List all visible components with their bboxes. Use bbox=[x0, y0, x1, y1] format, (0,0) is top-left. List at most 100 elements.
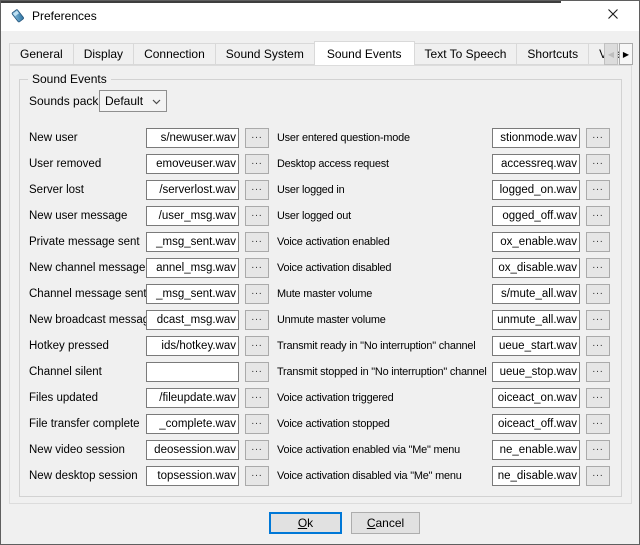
sound-file-input[interactable]: s/mute_all.wav bbox=[492, 284, 580, 304]
sound-event-label: User entered question-mode bbox=[277, 132, 410, 144]
tab-connection[interactable]: Connection bbox=[133, 43, 216, 65]
browse-button[interactable]: ... bbox=[245, 388, 269, 408]
sound-file-input[interactable]: ne_disable.wav bbox=[492, 466, 580, 486]
sound-file-input[interactable]: emoveuser.wav bbox=[146, 154, 239, 174]
sound-file-input[interactable]: _complete.wav bbox=[146, 414, 239, 434]
sound-file-input[interactable]: ids/hotkey.wav bbox=[146, 336, 239, 356]
sound-event-label: New user bbox=[29, 132, 78, 144]
browse-button[interactable]: ... bbox=[586, 128, 610, 148]
sound-event-row: New video session deosession.wav ... bbox=[29, 437, 269, 463]
browse-button[interactable]: ... bbox=[245, 466, 269, 486]
browse-button[interactable]: ... bbox=[245, 414, 269, 434]
browse-button[interactable]: ... bbox=[586, 440, 610, 460]
browse-button[interactable]: ... bbox=[245, 336, 269, 356]
browse-button[interactable]: ... bbox=[245, 154, 269, 174]
ok-button[interactable]: Ok bbox=[269, 512, 342, 534]
tab-bar: General Display Connection Sound System … bbox=[9, 41, 633, 65]
tab-scroll-right-button[interactable]: ▶ bbox=[619, 43, 633, 65]
browse-button[interactable]: ... bbox=[245, 128, 269, 148]
tab-scroll-left-button[interactable]: ◀ bbox=[604, 43, 618, 65]
ellipsis-label: ... bbox=[592, 338, 603, 349]
browse-button[interactable]: ... bbox=[586, 310, 610, 330]
browse-button[interactable]: ... bbox=[245, 362, 269, 382]
sound-file-input[interactable]: annel_msg.wav bbox=[146, 258, 239, 278]
sound-event-row: Mute master volume s/mute_all.wav ... bbox=[277, 281, 610, 307]
browse-button[interactable]: ... bbox=[245, 440, 269, 460]
window-top-edge bbox=[1, 1, 561, 3]
browse-button[interactable]: ... bbox=[245, 232, 269, 252]
sound-file-input[interactable]: _msg_sent.wav bbox=[146, 284, 239, 304]
browse-button[interactable]: ... bbox=[586, 466, 610, 486]
sound-file-input[interactable]: /serverlost.wav bbox=[146, 180, 239, 200]
sounds-pack-select[interactable]: Default bbox=[99, 90, 167, 112]
sound-event-label: Channel message sent bbox=[29, 288, 147, 300]
browse-button[interactable]: ... bbox=[245, 258, 269, 278]
sound-file-input[interactable]: ox_enable.wav bbox=[492, 232, 580, 252]
browse-button[interactable]: ... bbox=[245, 310, 269, 330]
sound-file-input[interactable]: deosession.wav bbox=[146, 440, 239, 460]
sounds-pack-label: Sounds pack bbox=[29, 94, 99, 108]
tab-sound-system[interactable]: Sound System bbox=[215, 43, 315, 65]
sound-file-input[interactable]: dcast_msg.wav bbox=[146, 310, 239, 330]
sound-event-label: User logged out bbox=[277, 210, 351, 222]
cancel-button[interactable]: Cancel bbox=[351, 512, 420, 534]
sound-file-input[interactable]: ox_disable.wav bbox=[492, 258, 580, 278]
browse-button[interactable]: ... bbox=[586, 362, 610, 382]
tab-display[interactable]: Display bbox=[73, 43, 134, 65]
sound-file-input[interactable]: logged_on.wav bbox=[492, 180, 580, 200]
sound-event-label: File transfer complete bbox=[29, 418, 140, 430]
sound-file-input[interactable]: _msg_sent.wav bbox=[146, 232, 239, 252]
close-icon bbox=[607, 7, 619, 25]
sound-file-input[interactable]: oiceact_on.wav bbox=[492, 388, 580, 408]
right-arrow-icon: ▶ bbox=[623, 50, 629, 59]
browse-button[interactable]: ... bbox=[586, 232, 610, 252]
tab-sound-events[interactable]: Sound Events bbox=[314, 41, 415, 65]
ok-label-rest: k bbox=[307, 516, 313, 530]
browse-button[interactable]: ... bbox=[586, 154, 610, 174]
sound-file-input[interactable]: stionmode.wav bbox=[492, 128, 580, 148]
close-button[interactable] bbox=[599, 4, 627, 28]
sound-file-input[interactable]: /user_msg.wav bbox=[146, 206, 239, 226]
browse-button[interactable]: ... bbox=[245, 284, 269, 304]
ellipsis-label: ... bbox=[251, 416, 262, 427]
ellipsis-label: ... bbox=[251, 390, 262, 401]
browse-button[interactable]: ... bbox=[586, 414, 610, 434]
sound-event-label: Transmit ready in "No interruption" chan… bbox=[277, 340, 476, 352]
titlebar[interactable]: Preferences bbox=[1, 1, 639, 31]
sound-file-input[interactable]: oiceact_off.wav bbox=[492, 414, 580, 434]
sound-event-row: New user message /user_msg.wav ... bbox=[29, 203, 269, 229]
browse-button[interactable]: ... bbox=[586, 206, 610, 226]
tab-shortcuts[interactable]: Shortcuts bbox=[516, 43, 589, 65]
browse-button[interactable]: ... bbox=[245, 206, 269, 226]
browse-button[interactable]: ... bbox=[586, 284, 610, 304]
sound-file-input[interactable]: s/newuser.wav bbox=[146, 128, 239, 148]
sound-event-row: Voice activation enabled ox_enable.wav .… bbox=[277, 229, 610, 255]
sound-event-label: Channel silent bbox=[29, 366, 102, 378]
sound-file-input[interactable]: ogged_off.wav bbox=[492, 206, 580, 226]
browse-button[interactable]: ... bbox=[586, 180, 610, 200]
sound-file-input[interactable]: ueue_stop.wav bbox=[492, 362, 580, 382]
ellipsis-label: ... bbox=[251, 338, 262, 349]
ellipsis-label: ... bbox=[592, 442, 603, 453]
sound-event-label: New user message bbox=[29, 210, 127, 222]
sound-file-input[interactable]: topsession.wav bbox=[146, 466, 239, 486]
left-arrow-icon: ◀ bbox=[608, 50, 614, 59]
browse-button[interactable]: ... bbox=[245, 180, 269, 200]
tab-text-to-speech[interactable]: Text To Speech bbox=[414, 43, 518, 65]
ellipsis-label: ... bbox=[592, 260, 603, 271]
sound-file-input[interactable]: ueue_start.wav bbox=[492, 336, 580, 356]
ellipsis-label: ... bbox=[592, 364, 603, 375]
tab-general[interactable]: General bbox=[9, 43, 74, 65]
browse-button[interactable]: ... bbox=[586, 336, 610, 356]
sound-event-label: Unmute master volume bbox=[277, 314, 386, 326]
sound-file-input[interactable]: unmute_all.wav bbox=[492, 310, 580, 330]
ellipsis-label: ... bbox=[251, 234, 262, 245]
sound-event-row: Transmit ready in "No interruption" chan… bbox=[277, 333, 610, 359]
browse-button[interactable]: ... bbox=[586, 258, 610, 278]
sound-event-row: New broadcast message dcast_msg.wav ... bbox=[29, 307, 269, 333]
browse-button[interactable]: ... bbox=[586, 388, 610, 408]
sound-file-input[interactable]: ne_enable.wav bbox=[492, 440, 580, 460]
sound-file-input[interactable]: /fileupdate.wav bbox=[146, 388, 239, 408]
sound-file-input[interactable] bbox=[146, 362, 239, 382]
sound-file-input[interactable]: accessreq.wav bbox=[492, 154, 580, 174]
